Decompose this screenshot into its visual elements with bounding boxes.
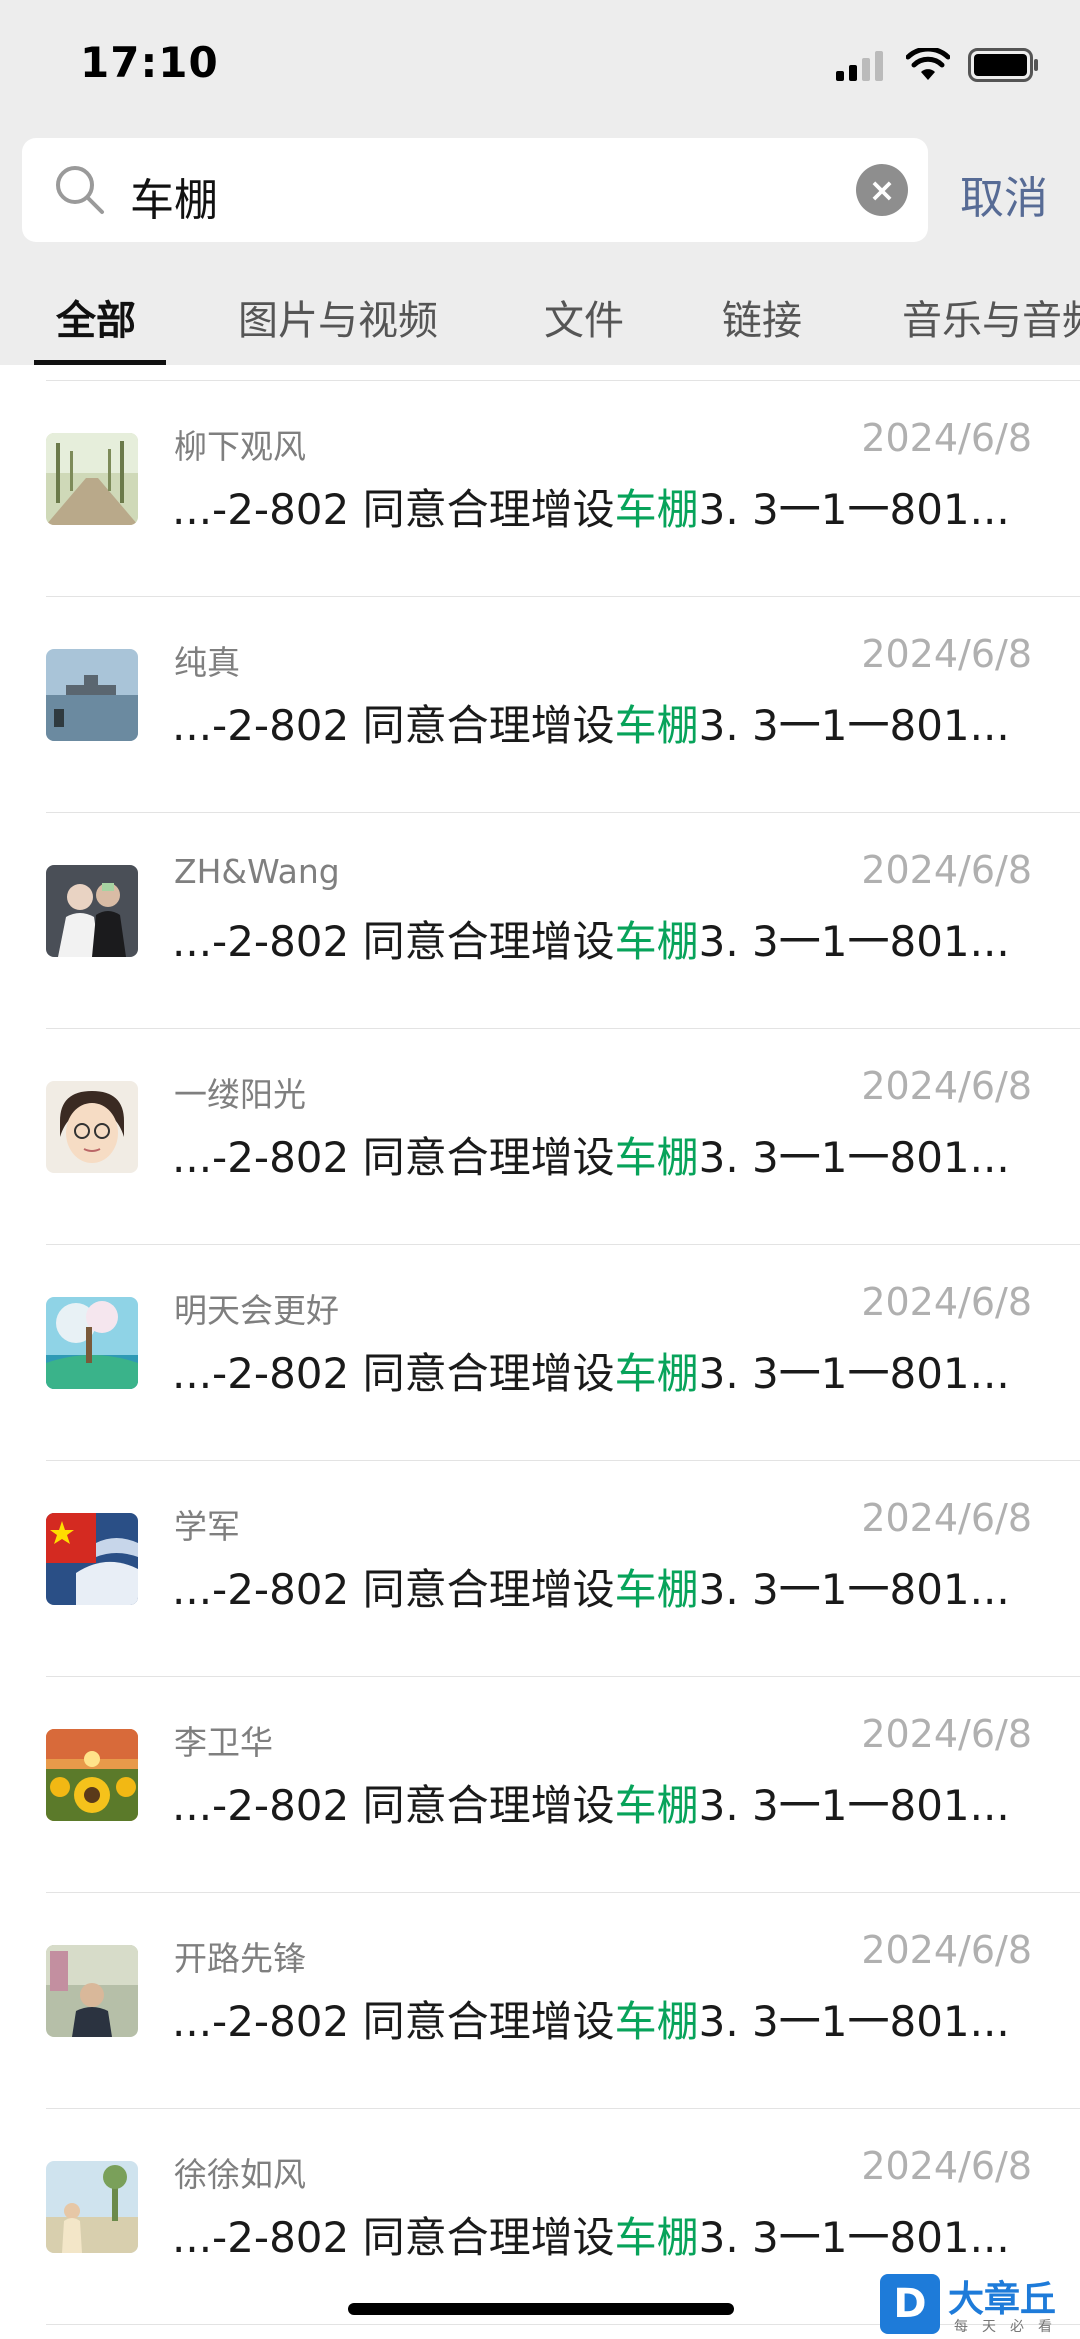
status-bar: 17:10 <box>0 0 1080 130</box>
snippet-text: ...-2-802 同意合理增设 <box>172 1781 615 1830</box>
list-item[interactable]: 纯真 2024/6/8 ...-2-802 同意合理增设车棚3. 3一1一801… <box>0 596 1080 813</box>
message-snippet: ...-2-802 同意合理增设车棚3. 3一1一801... <box>172 1988 1010 2049</box>
snippet-text: 3. 3一1一801... <box>698 485 1010 534</box>
tab-images-videos[interactable]: 图片与视频 <box>238 288 438 346</box>
message-date: 2024/6/8 <box>861 632 1032 676</box>
battery-icon <box>968 48 1038 82</box>
list-item[interactable]: 柳下观风 2024/6/8 ...-2-802 同意合理增设车棚3. 3一1一8… <box>0 380 1080 597</box>
status-icons <box>836 48 1040 82</box>
message-date: 2024/6/8 <box>861 1064 1032 1108</box>
message-snippet: ...-2-802 同意合理增设车棚3. 3一1一801... <box>172 2204 1010 2265</box>
home-indicator[interactable] <box>348 2303 734 2315</box>
snippet-text: 3. 3一1一801... <box>698 1781 1010 1830</box>
avatar <box>46 2161 138 2253</box>
message-date: 2024/6/8 <box>861 1496 1032 1540</box>
message-date: 2024/6/8 <box>861 2144 1032 2188</box>
list-item[interactable]: 李卫华 2024/6/8 ...-2-802 同意合理增设车棚3. 3一1一80… <box>0 1676 1080 1893</box>
snippet-text: ...-2-802 同意合理增设 <box>172 485 615 534</box>
keyword-highlight: 车棚 <box>614 1781 699 1830</box>
search-row: 车棚 × 取消 <box>0 138 1080 242</box>
avatar <box>46 1945 138 2037</box>
sender-name: 李卫华 <box>174 1723 273 1762</box>
message-date: 2024/6/8 <box>861 1928 1032 1972</box>
avatar <box>46 1513 138 1605</box>
active-tab-indicator <box>34 360 166 365</box>
snippet-text: ...-2-802 同意合理增设 <box>172 2213 615 2262</box>
avatar <box>46 1297 138 1389</box>
tab-links[interactable]: 链接 <box>722 288 802 346</box>
snippet-text: 3. 3一1一801... <box>698 1997 1010 2046</box>
list-item[interactable]: 一缕阳光 2024/6/8 ...-2-802 同意合理增设车棚3. 3一1一8… <box>0 1028 1080 1245</box>
keyword-highlight: 车棚 <box>614 1997 699 2046</box>
status-time: 17:10 <box>80 38 219 87</box>
watermark-brand: 大章丘 <box>948 2279 1057 2320</box>
message-date: 2024/6/8 <box>861 1280 1032 1324</box>
sender-name: 开路先锋 <box>174 1939 306 1978</box>
cancel-button[interactable]: 取消 <box>960 162 1048 226</box>
search-input[interactable]: 车棚 <box>130 164 218 228</box>
keyword-highlight: 车棚 <box>614 917 699 966</box>
keyword-highlight: 车棚 <box>614 2213 699 2262</box>
sender-name: 一缕阳光 <box>174 1075 306 1114</box>
snippet-text: 3. 3一1一801... <box>698 1349 1010 1398</box>
sender-name: 学军 <box>174 1507 240 1546</box>
search-icon <box>56 166 104 214</box>
message-snippet: ...-2-802 同意合理增设车棚3. 3一1一801... <box>172 908 1010 969</box>
snippet-text: ...-2-802 同意合理增设 <box>172 917 615 966</box>
snippet-text: ...-2-802 同意合理增设 <box>172 1997 615 2046</box>
message-snippet: ...-2-802 同意合理增设车棚3. 3一1一801... <box>172 1772 1010 1833</box>
message-snippet: ...-2-802 同意合理增设车棚3. 3一1一801... <box>172 1124 1010 1185</box>
message-snippet: ...-2-802 同意合理增设车棚3. 3一1一801... <box>172 692 1010 753</box>
tab-files[interactable]: 文件 <box>544 288 624 346</box>
sender-name: 纯真 <box>174 643 240 682</box>
message-snippet: ...-2-802 同意合理增设车棚3. 3一1一801... <box>172 1340 1010 1401</box>
snippet-text: ...-2-802 同意合理增设 <box>172 701 615 750</box>
avatar <box>46 1729 138 1821</box>
watermark-logo: D 大章丘 每天必看 <box>880 2268 1080 2339</box>
keyword-highlight: 车棚 <box>614 485 699 534</box>
search-box[interactable]: 车棚 × <box>22 138 928 242</box>
list-item[interactable]: 学军 2024/6/8 ...-2-802 同意合理增设车棚3. 3一1一801… <box>0 1460 1080 1677</box>
keyword-highlight: 车棚 <box>614 701 699 750</box>
snippet-text: ...-2-802 同意合理增设 <box>172 1565 615 1614</box>
snippet-text: ...-2-802 同意合理增设 <box>172 1133 615 1182</box>
avatar <box>46 865 138 957</box>
message-date: 2024/6/8 <box>861 416 1032 460</box>
snippet-text: 3. 3一1一801... <box>698 2213 1010 2262</box>
message-snippet: ...-2-802 同意合理增设车棚3. 3一1一801... <box>172 1556 1010 1617</box>
watermark-slogan: 每天必看 <box>954 2319 1066 2335</box>
sender-name: ZH&Wang <box>174 852 340 891</box>
clear-icon[interactable]: × <box>856 164 908 216</box>
snippet-text: 3. 3一1一801... <box>698 1565 1010 1614</box>
sender-name: 徐徐如风 <box>174 2155 306 2194</box>
message-date: 2024/6/8 <box>861 1712 1032 1756</box>
keyword-highlight: 车棚 <box>614 1133 699 1182</box>
tab-all[interactable]: 全部 <box>56 288 136 346</box>
header-area: 17:10 车棚 × 取消 全部 图片与视频 文件 链接 音乐与音 <box>0 0 1080 365</box>
avatar <box>46 433 138 525</box>
sender-name: 明天会更好 <box>174 1291 339 1330</box>
keyword-highlight: 车棚 <box>614 1565 699 1614</box>
tab-music-audio[interactable]: 音乐与音频 <box>902 288 1080 346</box>
wifi-icon <box>906 48 950 80</box>
snippet-text: 3. 3一1一801... <box>698 917 1010 966</box>
filter-tabs: 全部 图片与视频 文件 链接 音乐与音频 <box>0 268 1080 365</box>
watermark-logo-icon: D <box>880 2274 940 2334</box>
keyword-highlight: 车棚 <box>614 1349 699 1398</box>
list-item[interactable]: 开路先锋 2024/6/8 ...-2-802 同意合理增设车棚3. 3一1一8… <box>0 1892 1080 2109</box>
message-snippet: ...-2-802 同意合理增设车棚3. 3一1一801... <box>172 476 1010 537</box>
sender-name: 柳下观风 <box>174 427 306 466</box>
snippet-text: 3. 3一1一801... <box>698 1133 1010 1182</box>
snippet-text: ...-2-802 同意合理增设 <box>172 1349 615 1398</box>
list-item[interactable]: ZH&Wang 2024/6/8 ...-2-802 同意合理增设车棚3. 3一… <box>0 812 1080 1029</box>
cellular-signal-icon <box>836 51 883 81</box>
message-date: 2024/6/8 <box>861 848 1032 892</box>
snippet-text: 3. 3一1一801... <box>698 701 1010 750</box>
list-item[interactable]: 明天会更好 2024/6/8 ...-2-802 同意合理增设车棚3. 3一1一… <box>0 1244 1080 1461</box>
avatar <box>46 649 138 741</box>
avatar <box>46 1081 138 1173</box>
